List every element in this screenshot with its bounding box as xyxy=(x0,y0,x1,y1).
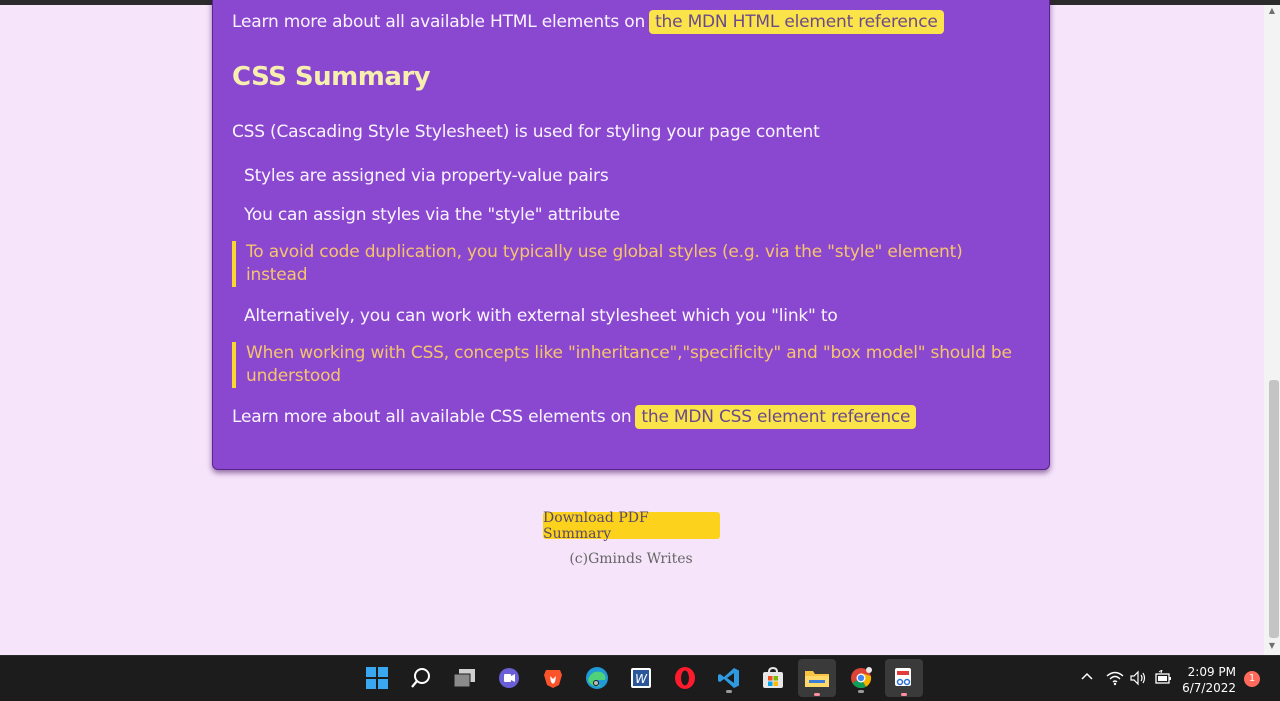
mdn-css-reference-link[interactable]: the MDN CSS element reference xyxy=(635,405,917,429)
microsoft-store-icon[interactable] xyxy=(757,662,789,694)
opera-browser-icon[interactable] xyxy=(669,662,701,694)
word-icon[interactable]: W xyxy=(625,662,657,694)
brave-browser-icon[interactable] xyxy=(537,662,569,694)
running-indicator xyxy=(814,693,820,696)
windows-taskbar: W 2:09 PM 6/7/2022 1 xyxy=(0,655,1280,701)
notification-badge[interactable]: 1 xyxy=(1244,671,1260,687)
css-list-item: You can assign styles via the "style" at… xyxy=(244,205,620,225)
edge-browser-icon[interactable] xyxy=(581,662,613,694)
volume-icon[interactable] xyxy=(1130,670,1148,688)
callout-line: understood xyxy=(246,366,341,386)
show-hidden-icons-chevron-icon[interactable] xyxy=(1078,670,1096,688)
file-explorer-icon[interactable] xyxy=(798,659,836,697)
summary-card: Learn more about all available HTML elem… xyxy=(212,0,1050,470)
clock-date: 6/7/2022 xyxy=(1182,681,1236,695)
teams-chat-icon[interactable] xyxy=(493,662,525,694)
callout-line: instead xyxy=(246,265,308,285)
search-icon[interactable] xyxy=(405,662,437,694)
chrome-icon[interactable] xyxy=(845,662,877,694)
footer-credit: (c)Gminds Writes xyxy=(569,551,693,567)
task-view-icon[interactable] xyxy=(449,662,481,694)
css-list-item: Styles are assigned via property-value p… xyxy=(244,166,609,186)
battery-charging-icon[interactable] xyxy=(1154,668,1172,688)
vscode-icon[interactable] xyxy=(713,662,745,694)
download-pdf-button[interactable]: Download PDF Summary xyxy=(543,510,720,542)
html-learn-more-text: Learn more about all available HTML elem… xyxy=(232,12,646,32)
running-indicator xyxy=(726,690,732,693)
svg-text:W: W xyxy=(635,672,648,686)
callout-line: To avoid code duplication, you typically… xyxy=(246,242,963,262)
running-indicator xyxy=(901,693,907,696)
css-summary-title: CSS Summary xyxy=(232,62,431,92)
css-list-item: Alternatively, you can work with externa… xyxy=(244,306,838,326)
scrollbar-thumb[interactable] xyxy=(1269,380,1279,638)
page-scrollbar[interactable]: ▲ ▼ xyxy=(1264,5,1280,655)
clock-time: 2:09 PM xyxy=(1187,665,1236,679)
css-learn-more-text: Learn more about all available CSS eleme… xyxy=(232,407,632,427)
css-callout-duplication: To avoid code duplication, you typically… xyxy=(232,241,963,287)
callout-line: When working with CSS, concepts like "in… xyxy=(246,343,1012,363)
wifi-icon[interactable] xyxy=(1106,670,1124,688)
scroll-down-arrow-icon[interactable]: ▼ xyxy=(1268,642,1276,650)
css-learn-more: Learn more about all available CSS eleme… xyxy=(232,405,917,429)
html-learn-more: Learn more about all available HTML elem… xyxy=(232,10,944,34)
taskbar-clock[interactable]: 2:09 PM 6/7/2022 xyxy=(1182,664,1236,696)
snipping-tool-icon[interactable] xyxy=(885,659,923,697)
scroll-up-arrow-icon[interactable]: ▲ xyxy=(1268,7,1276,15)
windows-start-icon[interactable] xyxy=(361,662,393,694)
running-indicator xyxy=(858,690,864,693)
css-callout-concepts: When working with CSS, concepts like "in… xyxy=(232,342,1012,388)
css-intro: CSS (Cascading Style Stylesheet) is used… xyxy=(232,122,820,142)
mdn-html-reference-link[interactable]: the MDN HTML element reference xyxy=(649,10,944,34)
